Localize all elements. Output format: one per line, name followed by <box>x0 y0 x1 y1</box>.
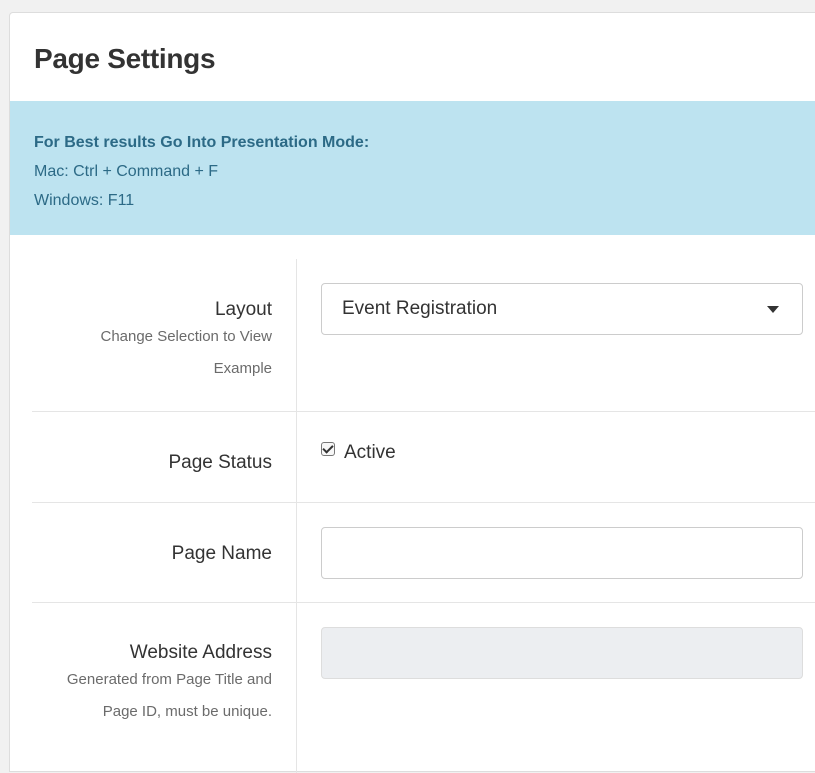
website-address-help-line-1: Generated from Page Title and <box>66 671 272 688</box>
page-name-label-cell: Page Name <box>32 503 297 602</box>
alert-heading: For Best results Go Into Presentation Mo… <box>34 134 370 151</box>
layout-select[interactable]: Event Registration <box>321 283 803 335</box>
page-status-row: Page Status Active <box>32 412 815 503</box>
active-checkbox-label[interactable]: Active <box>321 442 396 464</box>
page-status-label: Page Status <box>168 452 272 473</box>
layout-label-cell: Layout Change Selection to View Example <box>32 259 297 411</box>
presentation-mode-alert: For Best results Go Into Presentation Mo… <box>10 101 815 235</box>
layout-select-value: Event Registration <box>342 298 498 319</box>
active-checkbox-text: Active <box>344 442 396 463</box>
layout-help-line-1: Change Selection to View <box>100 328 272 345</box>
layout-help-line-2: Example <box>213 360 272 377</box>
page-title: Page Settings <box>34 43 216 74</box>
page-settings-panel: Page Settings For Best results Go Into P… <box>9 12 815 773</box>
alert-windows-shortcut: Windows: F11 <box>34 192 135 209</box>
page-name-input[interactable] <box>321 527 803 579</box>
layout-row: Layout Change Selection to View Example … <box>32 259 815 412</box>
layout-label: Layout <box>214 299 272 320</box>
active-checkbox[interactable] <box>321 442 335 456</box>
page-name-row: Page Name <box>32 503 815 603</box>
website-address-help-line-2: Page ID, must be unique. <box>102 703 272 720</box>
website-address-label: Website Address <box>129 642 272 663</box>
page-status-label-cell: Page Status <box>32 412 297 502</box>
website-address-input <box>321 627 803 679</box>
website-address-label-cell: Website Address Generated from Page Titl… <box>32 603 297 773</box>
chevron-down-icon <box>767 305 779 313</box>
alert-mac-shortcut: Mac: Ctrl + Command + F <box>34 163 219 180</box>
page-name-label: Page Name <box>171 543 272 564</box>
website-address-row: Website Address Generated from Page Titl… <box>32 603 815 773</box>
